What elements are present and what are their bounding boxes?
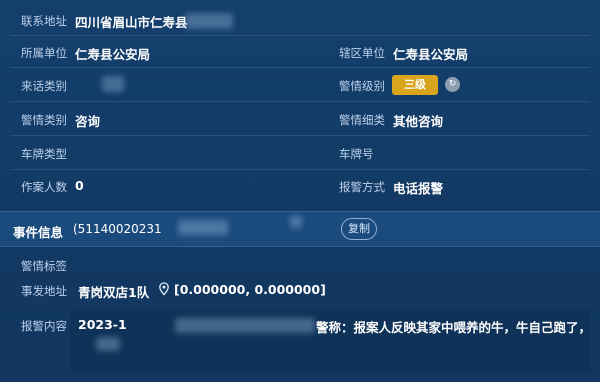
call-type-label: 来话类别 [21,79,67,93]
alarm-category-value: 咨询 [75,114,101,129]
alarm-subcategory-label: 警情细类 [339,113,385,127]
event-info-title: 事件信息 [13,225,64,240]
case-people-value: 0 [75,178,84,193]
alarm-level-label: 警情级别 [339,79,385,93]
report-method-label: 报警方式 [339,180,385,194]
contact-address-label: 联系地址 [21,14,67,28]
belong-unit-label: 所属单位 [21,46,67,60]
redacted-event-id [178,220,228,235]
report-method-value: 电话报警 [393,181,444,196]
location-coordinates: [0.000000, 0.000000] [174,282,326,297]
event-id: (51140020231 [73,222,162,236]
report-content-text: 警称：报案人反映其家中喂养的牛，牛自己跑了， [316,320,592,335]
alarm-detail-panel: 联系地址 四川省眉山市仁寿县 所属单位 仁寿县公安局 辖区单位 仁寿县公安局 来… [0,0,600,382]
contact-address-value: 四川省眉山市仁寿县 [75,15,188,30]
alarm-category-label: 警情类别 [21,113,67,127]
district-unit-label: 辖区单位 [339,46,385,60]
info-icon[interactable]: ↻ [445,77,460,92]
location-pin-icon[interactable] [157,282,171,296]
divider [10,35,590,36]
divider [10,169,590,170]
district-unit-value: 仁寿县公安局 [393,47,469,62]
redacted-mark [290,216,302,228]
report-content-label: 报警内容 [21,319,67,333]
event-info-bar: 事件信息 (51140020231 复制 [0,211,600,247]
redacted-content [175,318,315,333]
location-value: 青岗双店1队 [78,285,150,300]
redacted-call-type [102,76,124,92]
divider [10,101,590,102]
report-content-date: 2023-1 [78,317,127,332]
divider [10,67,590,68]
alarm-tags-label: 警情标签 [21,259,67,273]
location-label: 事发地址 [21,284,67,298]
belong-unit-value: 仁寿县公安局 [75,47,151,62]
case-people-label: 作案人数 [21,180,67,194]
copy-button[interactable]: 复制 [341,218,377,240]
plate-type-label: 车牌类型 [21,147,67,161]
plate-number-label: 车牌号 [339,147,374,161]
alarm-level-badge: 三级 [392,75,438,95]
divider [10,135,590,136]
alarm-subcategory-value: 其他咨询 [393,114,444,129]
redacted-address [185,13,233,29]
redacted-content-line2 [96,337,120,351]
